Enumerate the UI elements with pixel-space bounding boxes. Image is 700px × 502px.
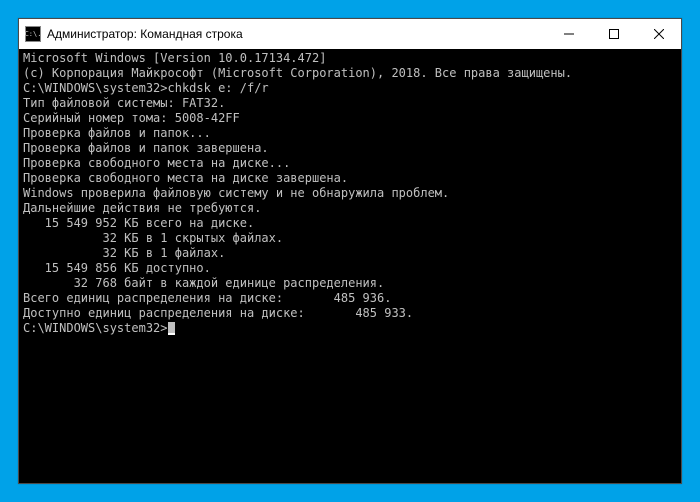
- prompt-path: C:\WINDOWS\system32>: [23, 321, 168, 335]
- titlebar[interactable]: C:\. Администратор: Командная строка: [19, 19, 681, 49]
- prompt-path: C:\WINDOWS\system32>: [23, 81, 168, 95]
- output-line: Дальнейшие действия не требуются.: [23, 201, 677, 216]
- close-button[interactable]: [636, 19, 681, 49]
- minimize-icon: [564, 29, 574, 39]
- output-line: 32 768 байт в каждой единице распределен…: [23, 276, 677, 291]
- cmd-icon: C:\.: [25, 26, 41, 42]
- window-title: Администратор: Командная строка: [47, 27, 243, 41]
- output-line: Тип файловой системы: FAT32.: [23, 96, 677, 111]
- minimize-button[interactable]: [546, 19, 591, 49]
- output-line: Всего единиц распределения на диске: 485…: [23, 291, 677, 306]
- output-line: Доступно единиц распределения на диске: …: [23, 306, 677, 321]
- output-line: 15 549 856 КБ доступно.: [23, 261, 677, 276]
- output-line: (c) Корпорация Майкрософт (Microsoft Cor…: [23, 66, 677, 81]
- cursor: [168, 322, 175, 335]
- command-prompt-window: C:\. Администратор: Командная строка Mic…: [18, 18, 682, 484]
- entered-command: chkdsk e: /f/r: [168, 81, 269, 95]
- output-line: Проверка свободного места на диске...: [23, 156, 677, 171]
- window-controls: [546, 19, 681, 49]
- close-icon: [654, 29, 664, 39]
- output-line: Проверка свободного места на диске завер…: [23, 171, 677, 186]
- output-line: 15 549 952 КБ всего на диске.: [23, 216, 677, 231]
- prompt-line: C:\WINDOWS\system32>chkdsk e: /f/r: [23, 81, 677, 96]
- output-line: Проверка файлов и папок...: [23, 126, 677, 141]
- maximize-button[interactable]: [591, 19, 636, 49]
- maximize-icon: [609, 29, 619, 39]
- output-line: 32 КБ в 1 файлах.: [23, 246, 677, 261]
- output-line: Microsoft Windows [Version 10.0.17134.47…: [23, 51, 677, 66]
- terminal-output[interactable]: Microsoft Windows [Version 10.0.17134.47…: [19, 49, 681, 483]
- output-line: Серийный номер тома: 5008-42FF: [23, 111, 677, 126]
- prompt-line: C:\WINDOWS\system32>: [23, 321, 677, 336]
- output-line: 32 КБ в 1 скрытых файлах.: [23, 231, 677, 246]
- output-line: Windows проверила файловую систему и не …: [23, 186, 677, 201]
- output-line: Проверка файлов и папок завершена.: [23, 141, 677, 156]
